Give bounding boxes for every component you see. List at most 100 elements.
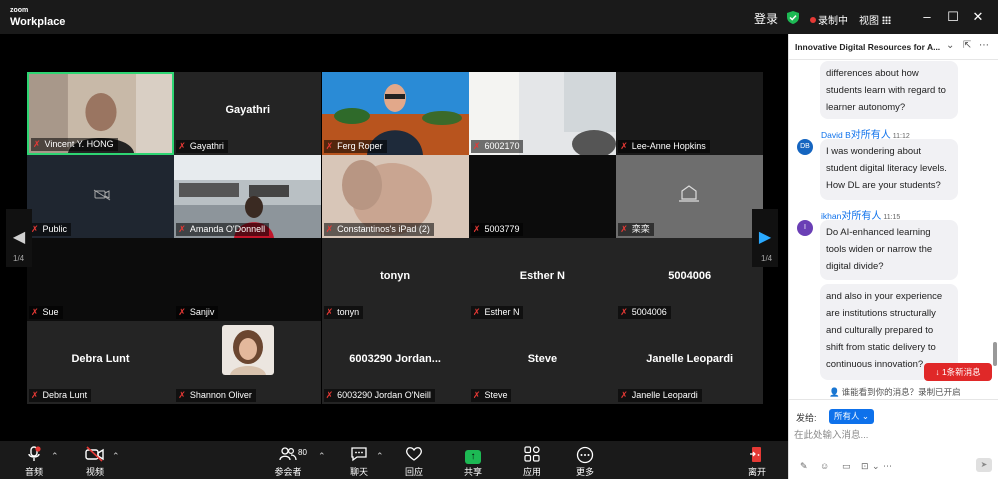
chat-options-caret-icon[interactable]: ⌃ [376,451,384,462]
participant-name-label: ✗ Janelle Leopardi [618,389,702,402]
security-shield-icon[interactable] [787,11,799,24]
react-button[interactable]: 回应 [394,446,434,478]
chat-messages: differences about how students learn wit… [789,60,998,390]
participant-name-label: ✗ Lee-Anne Hopkins [618,140,710,153]
title-bar: zoom Workplace 登录 录制中 视图 – ☐ ✕ [0,0,998,34]
participant-tile[interactable]: ✗ Constantinos's iPad (2) [321,155,469,238]
logo-big: Workplace [10,16,66,28]
zoom-app: zoom Workplace 登录 录制中 视图 – ☐ ✕ ✗ Vincent … [0,0,998,479]
participant-center-name: Gayathri [225,104,271,116]
participant-tile[interactable]: ✗ Ferg Roper [321,72,469,155]
participant-name-label: ✗ 5004006 [618,306,671,319]
video-button[interactable]: 视频 [75,446,115,478]
close-window-button[interactable]: ✕ [970,9,986,25]
view-button[interactable]: 视图 [859,12,891,27]
participant-name: Public [42,224,68,234]
emoji-icon[interactable]: ☺ [820,461,829,471]
participant-name-label: ✗ Shannon Oliver [176,389,256,402]
recording-indicator[interactable]: 录制中 [810,12,848,27]
audio-options-caret-icon[interactable]: ⌃ [51,451,59,462]
participant-name-label: ✗ Constantinos's iPad (2) [323,223,434,236]
participant-name-label: ✗ 5003779 [470,223,524,236]
chat-message-input[interactable] [794,427,989,443]
chat-button[interactable]: 聊天 [339,446,379,478]
send-icon[interactable]: ➤ [976,458,992,472]
muted-microphone-icon: ✗ [620,390,628,400]
participant-tile[interactable]: ✗ Public [27,155,174,238]
who-can-see-label: 谁能看到你的消息？录制已开启 [841,387,961,397]
chat-message-bubble: Do AI-enhanced learning tools widen or n… [820,220,958,280]
muted-microphone-icon: ✗ [178,141,186,151]
muted-microphone-icon: ✗ [178,224,186,234]
apps-icon [512,446,552,464]
login-button[interactable]: 登录 [754,10,778,27]
who-can-see-link[interactable]: 👤 谁能看到你的消息？录制已开启 [829,386,961,398]
leave-button[interactable]: 离开 [737,446,777,478]
chat-scrollbar[interactable] [993,342,997,366]
participant-tile[interactable]: ✗ Shannon Oliver [174,321,322,404]
avatar: I [797,220,813,236]
participant-tile[interactable]: Steve ✗ Steve [468,321,616,404]
audio-label: 音频 [24,467,43,477]
pop-out-icon[interactable]: ⇱ [963,40,971,51]
more-button[interactable]: 更多 [565,446,605,478]
participant-tile[interactable]: 6003290 Jordan... ✗ 6003290 Jordan O'Neill [321,321,469,404]
participant-center-name: tonyn [380,270,411,282]
more-options-icon[interactable]: ⋯ [979,40,989,51]
participant-tile[interactable]: ✗ Sanjiv [174,238,322,321]
participant-tile[interactable]: Janelle Leopardi ✗ Janelle Leopardi [616,321,764,404]
participant-name-label: ✗ Sanjiv [176,306,219,319]
participant-center-name: Janelle Leopardi [646,353,734,365]
grid-view-icon [882,16,891,24]
heart-icon [394,446,434,464]
muted-microphone-icon: ✗ [178,390,186,400]
participants-options-caret-icon[interactable]: ⌃ [318,451,326,462]
minimize-button[interactable]: – [919,9,935,24]
participant-tile[interactable]: ✗ Amanda O'Donnell [174,155,322,238]
muted-microphone-icon: ✗ [325,224,334,234]
participant-tile[interactable]: Debra Lunt ✗ Debra Lunt [27,321,174,404]
recording-label: 录制中 [818,16,848,27]
participant-name-label: ✗ Gayathri [176,140,228,153]
apps-button[interactable]: 应用 [512,446,552,478]
muted-microphone-icon [14,446,54,464]
participant-tile[interactable]: ✗ 5003779 [468,155,616,238]
participant-name-label: ✗ Debra Lunt [29,389,92,402]
screenshot-icon[interactable]: ⊡ [861,461,869,472]
participant-tile[interactable]: tonyn ✗ tonyn [321,238,469,321]
participant-name-label: ✗ tonyn [323,306,364,319]
recording-dot-icon [810,17,816,23]
video-options-caret-icon[interactable]: ⌃ [112,451,120,462]
participant-name-label: ✗ Esther N [470,306,524,319]
new-messages-button[interactable]: ↓ 1条新消息 [924,363,992,381]
participant-name-label: ✗ Public [29,223,72,236]
participant-tile[interactable]: ✗ 栾栾 [616,155,764,238]
muted-microphone-icon: ✗ [620,141,628,151]
format-icon[interactable]: ✎ [800,461,808,472]
new-messages-label: 1条新消息 [941,367,981,377]
share-button[interactable]: ↑ 共享 [453,446,493,478]
more-icon[interactable]: ⋯ [883,461,892,472]
chat-divider [789,399,998,400]
participant-tile[interactable]: ✗ 6002170 [468,72,616,155]
screenshot-options-caret-icon[interactable]: ⌄ [872,461,880,472]
participant-tile[interactable]: ✗ Lee-Anne Hopkins [616,72,764,155]
recipient-dropdown[interactable]: 所有人 ⌄ [829,409,875,424]
participant-tile[interactable]: Esther N ✗ Esther N [468,238,616,321]
participant-tile[interactable]: Gayathri ✗ Gayathri [174,72,322,155]
participant-tile[interactable]: ✗ Sue [27,238,174,321]
file-icon[interactable]: ▭ [842,461,851,472]
participant-name-label: ✗ 栾栾 [618,223,654,236]
page-indicator-right: 1/4 [761,254,773,263]
participant-name: Constantinos's iPad (2) [337,224,430,234]
chevron-down-icon[interactable]: ⌄ [946,40,954,51]
participant-tile[interactable]: 5004006 ✗ 5004006 [616,238,764,321]
participant-tile[interactable]: ✗ Vincent Y. HONG [27,72,174,155]
maximize-button[interactable]: ☐ [945,9,961,25]
avatar: DB [797,139,813,155]
muted-microphone-icon: ✗ [472,224,481,234]
share-screen-icon: ↑ [453,446,493,464]
audio-button[interactable]: 音频 [14,446,54,478]
muted-microphone-icon: ✗ [31,224,39,234]
participant-center-name: Steve [527,353,558,365]
